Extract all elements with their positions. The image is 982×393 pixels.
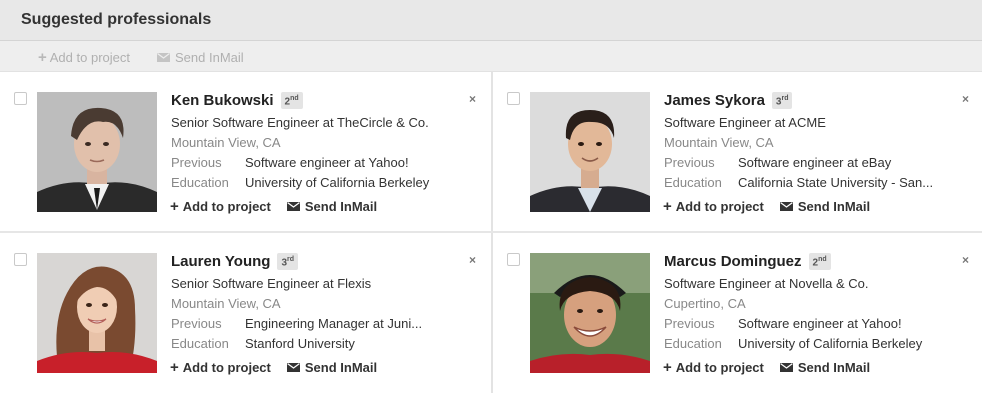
professional-name[interactable]: Lauren Young [171, 253, 270, 270]
professionals-grid: Ken Bukowski 2nd Senior Software Enginee… [0, 72, 982, 393]
add-label: Add to project [675, 360, 764, 375]
education-value: California State University - San... [738, 175, 934, 190]
add-to-project-button[interactable]: + Add to project [170, 197, 271, 215]
headline: Senior Software Engineer at TheCircle & … [171, 115, 429, 130]
name-row: Ken Bukowski 2nd [171, 92, 303, 109]
education-value: Stanford University [245, 336, 355, 351]
previous-label: Previous [664, 316, 715, 331]
previous-label: Previous [664, 155, 715, 170]
profile-photo[interactable] [37, 253, 157, 373]
education-label: Education [664, 175, 722, 190]
card-actions: + Add to project Send InMail [170, 358, 393, 376]
plus-icon: + [170, 358, 179, 376]
professional-name[interactable]: Marcus Dominguez [664, 253, 802, 270]
professional-card: Marcus Dominguez 2nd Software Engineer a… [493, 233, 982, 392]
profile-photo[interactable] [530, 253, 650, 373]
card-actions: + Add to project Send InMail [663, 358, 886, 376]
inmail-label: Send InMail [797, 199, 871, 214]
toolbar-add-label: Add to project [49, 50, 130, 65]
close-icon[interactable]: × [962, 253, 969, 267]
card-actions: + Add to project Send InMail [663, 197, 886, 215]
close-icon[interactable]: × [469, 92, 476, 106]
profile-photo[interactable] [530, 92, 650, 212]
headline: Senior Software Engineer at Flexis [171, 276, 372, 291]
professional-card: James Sykora 3rd Software Engineer at AC… [493, 72, 982, 231]
previous-value: Software engineer at Yahoo! [245, 155, 409, 170]
headline: Software Engineer at Novella & Co. [664, 276, 869, 291]
connection-degree-badge: 2nd [280, 92, 303, 109]
close-icon[interactable]: × [962, 92, 969, 106]
inmail-label: Send InMail [304, 360, 378, 375]
previous-label: Previous [171, 316, 222, 331]
connection-degree-badge: 3rd [771, 92, 793, 109]
select-checkbox[interactable] [507, 253, 520, 266]
envelope-icon [779, 202, 793, 211]
card-actions: + Add to project Send InMail [170, 197, 393, 215]
add-label: Add to project [182, 199, 271, 214]
inmail-label: Send InMail [797, 360, 871, 375]
name-row: James Sykora 3rd [664, 92, 793, 109]
add-to-project-button[interactable]: + Add to project [663, 197, 764, 215]
previous-label: Previous [171, 155, 222, 170]
professional-name[interactable]: Ken Bukowski [171, 92, 274, 109]
toolbar-inmail-label: Send InMail [175, 50, 244, 65]
plus-icon: + [170, 197, 179, 215]
envelope-icon [286, 202, 300, 211]
name-row: Lauren Young 3rd [171, 253, 299, 270]
envelope-icon [286, 363, 300, 372]
send-inmail-button[interactable]: Send InMail [779, 360, 871, 375]
panel-header: Suggested professionals [0, 0, 982, 41]
toolbar-add-to-project-button[interactable]: + Add to project [38, 48, 130, 66]
headline: Software Engineer at ACME [664, 115, 826, 130]
add-label: Add to project [675, 199, 764, 214]
panel-title: Suggested professionals [21, 11, 212, 28]
select-checkbox[interactable] [507, 92, 520, 105]
envelope-icon [779, 363, 793, 372]
previous-value: Engineering Manager at Juni... [245, 316, 423, 331]
education-label: Education [171, 336, 229, 351]
close-icon[interactable]: × [469, 253, 476, 267]
connection-degree-badge: 2nd [808, 253, 831, 270]
connection-degree-badge: 3rd [277, 253, 299, 270]
professional-card: Ken Bukowski 2nd Senior Software Enginee… [0, 72, 490, 231]
add-to-project-button[interactable]: + Add to project [663, 358, 764, 376]
education-value: University of California Berkeley [245, 175, 430, 190]
location: Mountain View, CA [664, 135, 774, 150]
toolbar: + Add to project Send InMail [0, 41, 982, 72]
education-label: Education [171, 175, 229, 190]
location: Mountain View, CA [171, 135, 281, 150]
degree-suffix: nd [818, 256, 827, 264]
select-checkbox[interactable] [14, 253, 27, 266]
location: Cupertino, CA [664, 296, 746, 311]
previous-value: Software engineer at eBay [738, 155, 892, 170]
send-inmail-button[interactable]: Send InMail [286, 360, 378, 375]
plus-icon: + [663, 197, 672, 215]
education-value: University of California Berkeley [738, 336, 923, 351]
toolbar-send-inmail-button[interactable]: Send InMail [157, 50, 244, 65]
degree-suffix: nd [290, 95, 299, 103]
add-label: Add to project [182, 360, 271, 375]
select-checkbox[interactable] [14, 92, 27, 105]
previous-value: Software engineer at Yahoo! [738, 316, 902, 331]
plus-icon: + [663, 358, 672, 376]
name-row: Marcus Dominguez 2nd [664, 253, 831, 270]
plus-icon: + [38, 48, 47, 66]
add-to-project-button[interactable]: + Add to project [170, 358, 271, 376]
professional-card: Lauren Young 3rd Senior Software Enginee… [0, 233, 490, 392]
send-inmail-button[interactable]: Send InMail [779, 199, 871, 214]
profile-photo[interactable] [37, 92, 157, 212]
degree-suffix: rd [287, 256, 295, 264]
education-label: Education [664, 336, 722, 351]
degree-suffix: rd [781, 95, 789, 103]
location: Mountain View, CA [171, 296, 281, 311]
inmail-label: Send InMail [304, 199, 378, 214]
professional-name[interactable]: James Sykora [664, 92, 765, 109]
envelope-icon [157, 53, 170, 62]
send-inmail-button[interactable]: Send InMail [286, 199, 378, 214]
